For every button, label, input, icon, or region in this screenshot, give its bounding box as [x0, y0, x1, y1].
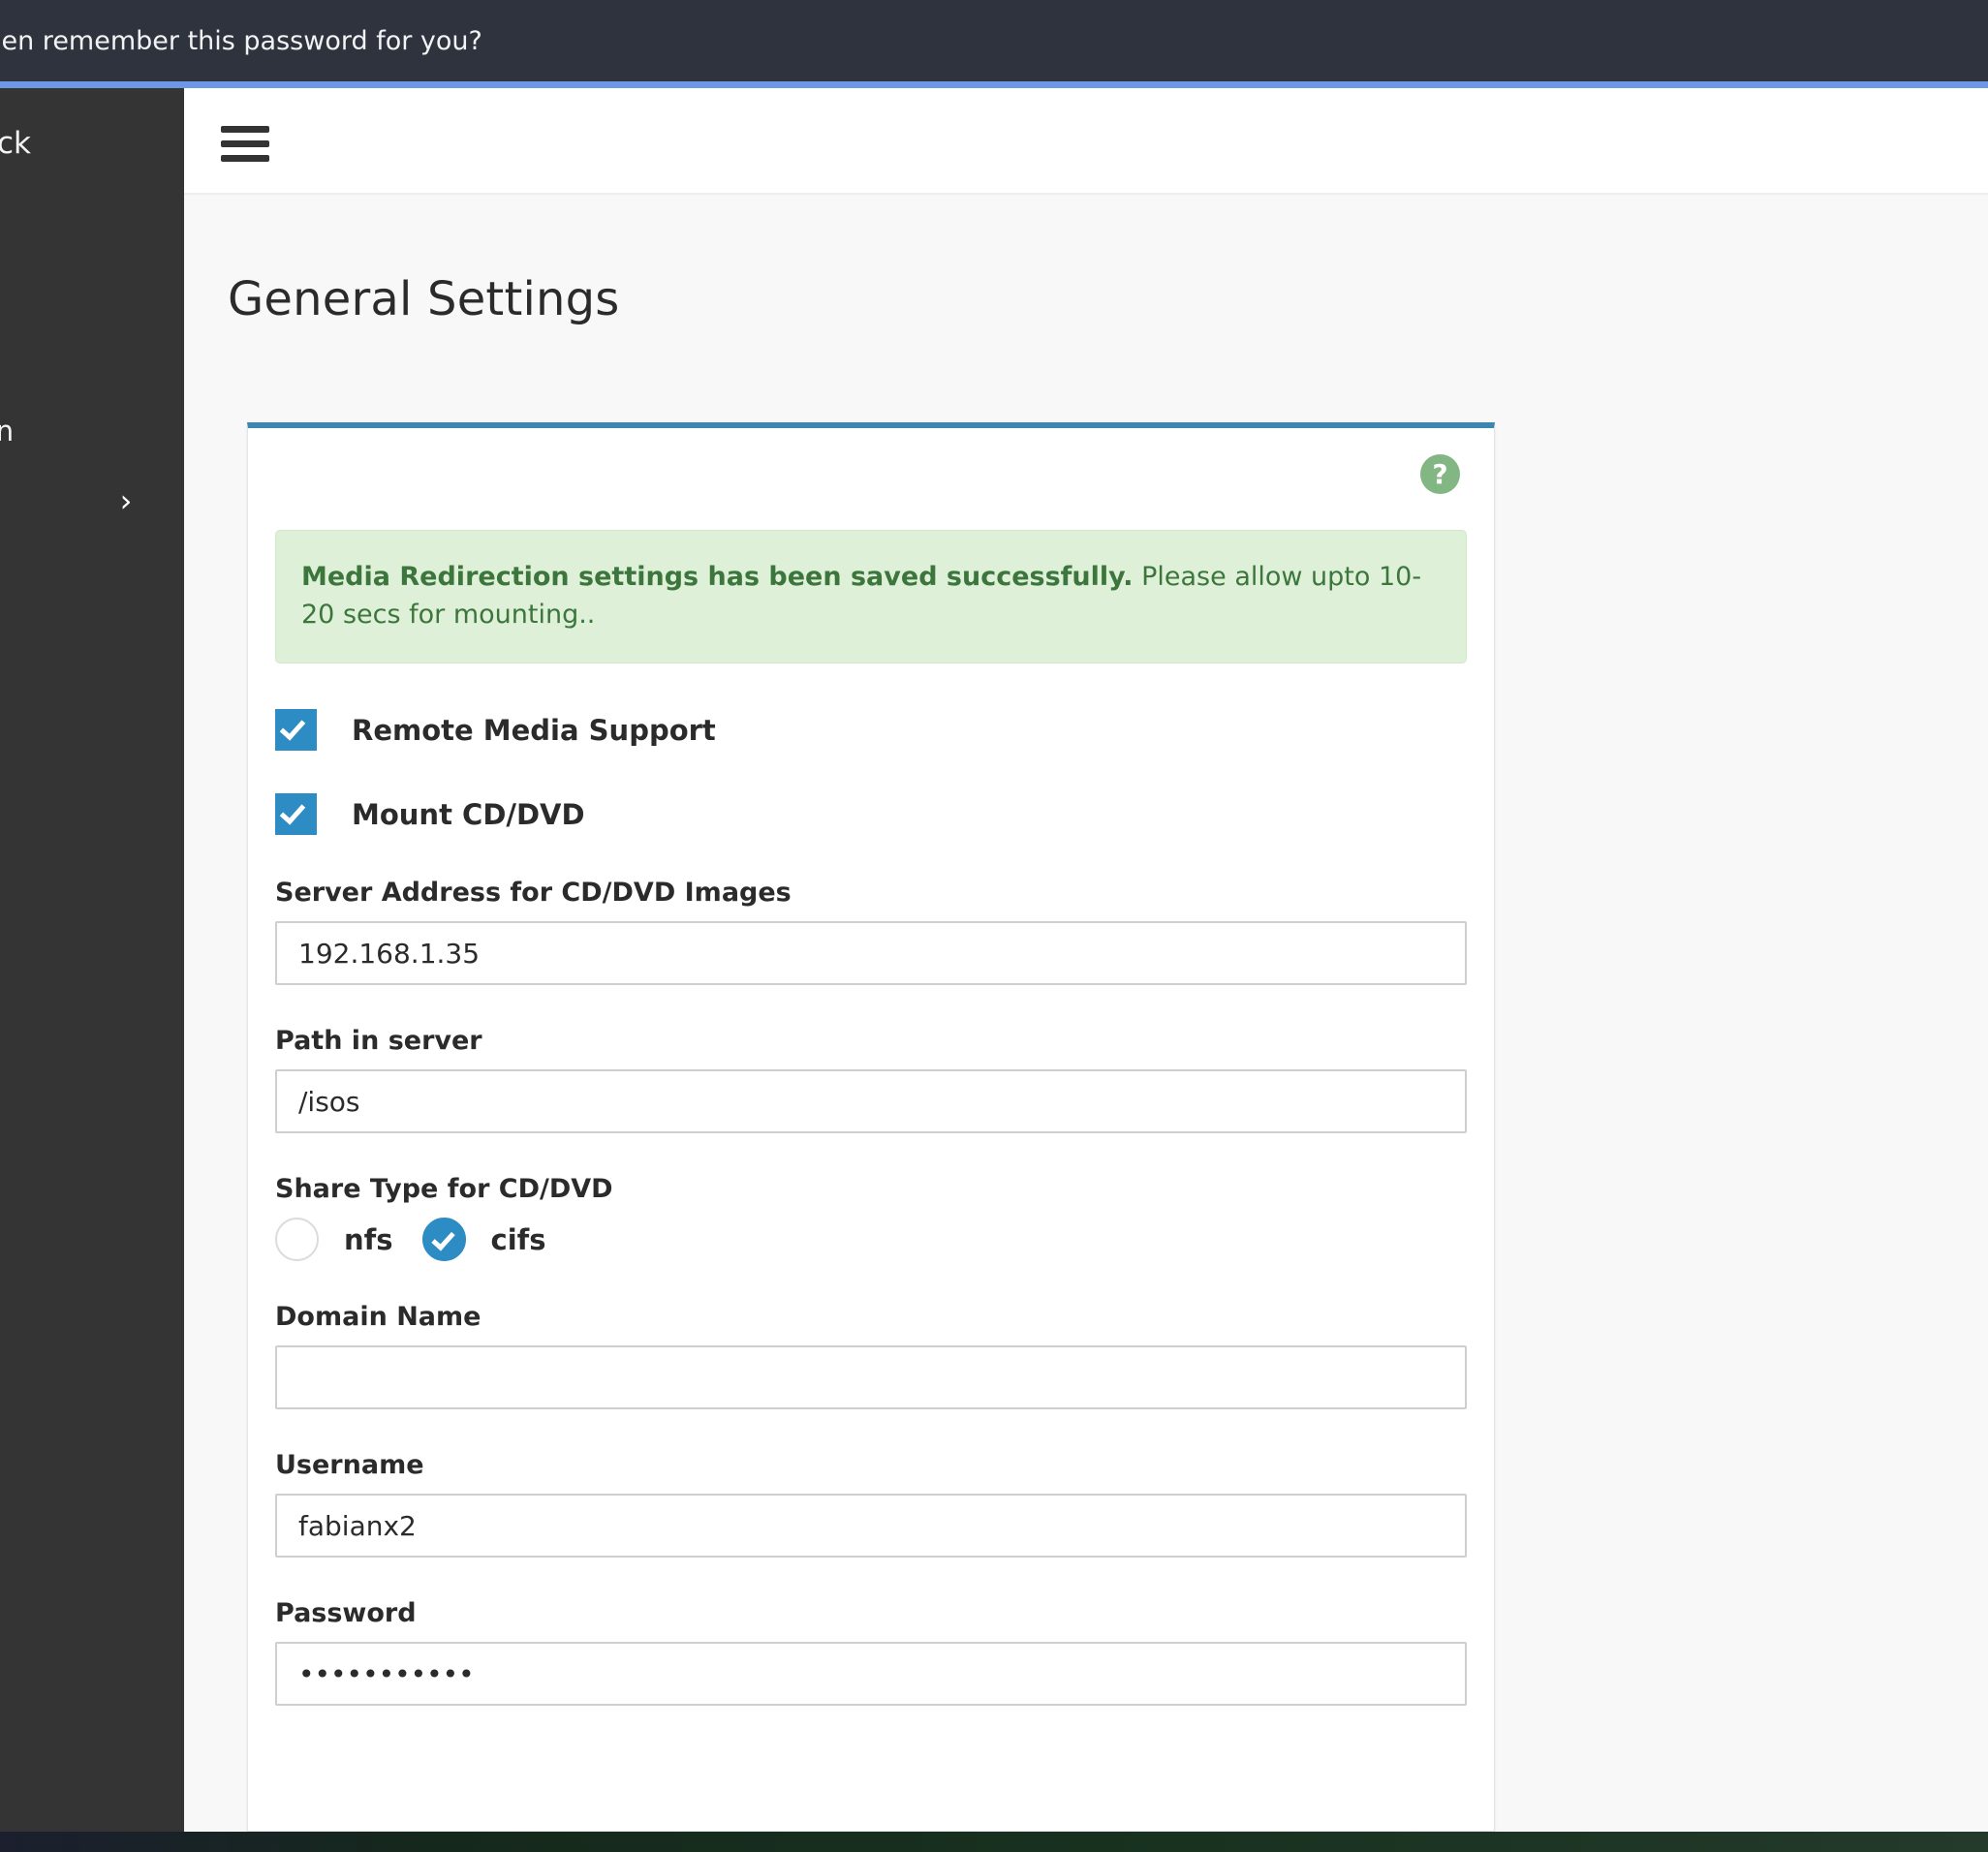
- page-body: General Settings ? Media Redirection set…: [184, 197, 1988, 1832]
- field-group-path-in-server: Path in server: [275, 1026, 1467, 1133]
- app-header: [184, 88, 1988, 195]
- field-group-server-address: Server Address for CD/DVD Images: [275, 878, 1467, 985]
- success-alert-strong-text: Media Redirection settings has been save…: [301, 562, 1134, 592]
- hamburger-bar: [221, 126, 269, 133]
- checkbox-remote-media-support[interactable]: [275, 709, 317, 751]
- sidebar: ack ion n ›: [0, 88, 184, 1832]
- checkbox-label-mount-cd-dvd: Mount CD/DVD: [352, 798, 585, 831]
- checkmark-icon: [280, 715, 305, 741]
- app-shell: ack ion n › General Settings ? Media Red…: [0, 88, 1988, 1832]
- browser-accent-line: [0, 81, 1988, 88]
- label-username: Username: [275, 1450, 1467, 1480]
- field-group-domain-name: Domain Name: [275, 1302, 1467, 1409]
- share-type-group: Share Type for CD/DVD nfs cifs: [275, 1174, 1467, 1261]
- hamburger-bar: [221, 155, 269, 162]
- input-username[interactable]: [275, 1494, 1467, 1558]
- sidebar-item-admin[interactable]: n: [0, 810, 169, 838]
- card-content: Media Redirection settings has been save…: [248, 428, 1494, 1744]
- label-share-type: Share Type for CD/DVD: [275, 1174, 1467, 1204]
- input-domain-name[interactable]: [275, 1345, 1467, 1409]
- sidebar-item-configuration-label: ion: [0, 417, 14, 446]
- label-server-address: Server Address for CD/DVD Images: [275, 878, 1467, 908]
- success-alert: Media Redirection settings has been save…: [275, 530, 1467, 664]
- field-group-password: Password: [275, 1598, 1467, 1706]
- radio-label-nfs: nfs: [344, 1223, 393, 1256]
- checkbox-label-remote-media-support: Remote Media Support: [352, 714, 716, 747]
- label-password: Password: [275, 1598, 1467, 1628]
- browser-password-prompt-text: len remember this password for you?: [0, 28, 482, 54]
- input-server-address[interactable]: [275, 921, 1467, 985]
- browser-password-prompt-bar: len remember this password for you?: [0, 0, 1988, 81]
- general-settings-card: ? Media Redirection settings has been sa…: [247, 422, 1495, 1832]
- checkbox-row-mount-cd-dvd[interactable]: Mount CD/DVD: [275, 793, 1467, 835]
- desktop-taskbar-strip: [0, 1832, 1988, 1852]
- hamburger-bar: [221, 140, 269, 147]
- sidebar-item-back-label: ack: [0, 129, 31, 159]
- hamburger-menu-icon[interactable]: [208, 112, 282, 172]
- share-type-radio-row: nfs cifs: [275, 1218, 1467, 1261]
- page-title: General Settings: [228, 272, 620, 326]
- checkbox-mount-cd-dvd[interactable]: [275, 793, 317, 835]
- radio-cifs[interactable]: [422, 1218, 466, 1261]
- sidebar-item-back[interactable]: ack: [0, 129, 163, 159]
- input-password[interactable]: [275, 1642, 1467, 1706]
- chevron-right-icon[interactable]: ›: [111, 476, 140, 526]
- label-path-in-server: Path in server: [275, 1026, 1467, 1056]
- checkmark-icon: [280, 799, 305, 825]
- label-domain-name: Domain Name: [275, 1302, 1467, 1332]
- input-path-in-server[interactable]: [275, 1069, 1467, 1133]
- sidebar-item-admin-label: n: [0, 810, 2, 838]
- radio-nfs[interactable]: [275, 1218, 319, 1261]
- sidebar-item-configuration[interactable]: ion: [0, 417, 155, 446]
- checkbox-row-remote-media-support[interactable]: Remote Media Support: [275, 709, 1467, 751]
- field-group-username: Username: [275, 1450, 1467, 1558]
- radio-label-cifs: cifs: [491, 1223, 546, 1256]
- checkmark-icon: [431, 1227, 454, 1251]
